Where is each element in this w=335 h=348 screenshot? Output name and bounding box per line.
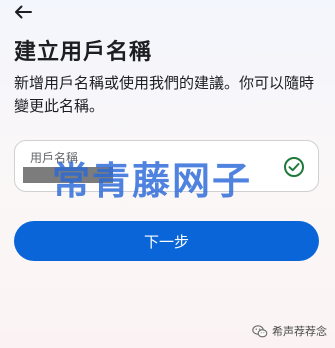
arrow-left-icon bbox=[15, 5, 32, 19]
credit-text: 希声荐荐念 bbox=[272, 325, 327, 338]
wechat-icon bbox=[252, 324, 268, 337]
username-field-label: 用戶名稱 bbox=[30, 151, 79, 165]
credit-badge: 希声荐荐念 bbox=[252, 323, 327, 339]
back-button[interactable] bbox=[11, 2, 35, 22]
check-circle-icon bbox=[284, 157, 304, 177]
page-title: 建立用戶名稱 bbox=[14, 40, 153, 65]
username-field[interactable]: 用戶名稱 bbox=[14, 140, 319, 192]
page-description: 新增用戶名稱或使用我們的建議。你可以隨時變更此名稱。 bbox=[14, 74, 315, 115]
next-button[interactable]: 下一步 bbox=[14, 221, 319, 261]
username-value-redacted[interactable] bbox=[23, 167, 113, 183]
